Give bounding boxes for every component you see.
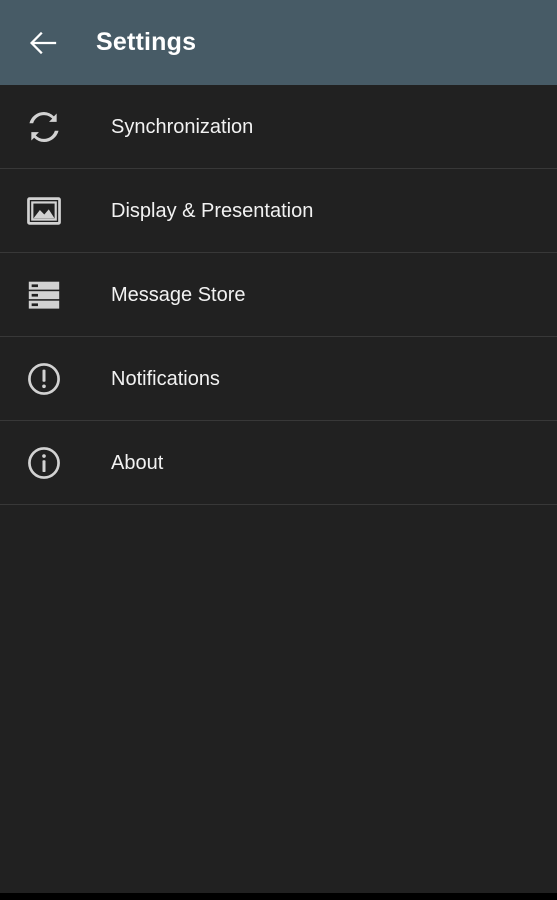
- list-item-message-store[interactable]: Message Store: [0, 253, 557, 337]
- image-icon: [0, 192, 88, 230]
- list-item-label: Notifications: [111, 367, 220, 390]
- message-store-icon: [0, 276, 88, 314]
- list-item-label: Synchronization: [111, 115, 254, 138]
- settings-screen: Settings Synchronization Display & Prese…: [0, 0, 557, 900]
- list-item-synchronization[interactable]: Synchronization: [0, 85, 557, 169]
- list-item-label: Message Store: [111, 283, 246, 306]
- list-item-label: Display & Presentation: [111, 199, 314, 222]
- app-bar: Settings: [0, 0, 557, 85]
- empty-content-area: [0, 505, 557, 893]
- bottom-strip: [0, 893, 557, 900]
- settings-list: Synchronization Display & Presentation M…: [0, 85, 557, 505]
- list-item-about[interactable]: About: [0, 421, 557, 505]
- info-circle-icon: [0, 444, 88, 482]
- arrow-left-icon: [28, 27, 60, 59]
- back-button[interactable]: [22, 21, 66, 65]
- alert-circle-icon: [0, 360, 88, 398]
- page-title: Settings: [96, 28, 197, 56]
- sync-icon: [0, 108, 88, 146]
- list-item-display-presentation[interactable]: Display & Presentation: [0, 169, 557, 253]
- list-item-notifications[interactable]: Notifications: [0, 337, 557, 421]
- list-item-label: About: [111, 451, 164, 474]
